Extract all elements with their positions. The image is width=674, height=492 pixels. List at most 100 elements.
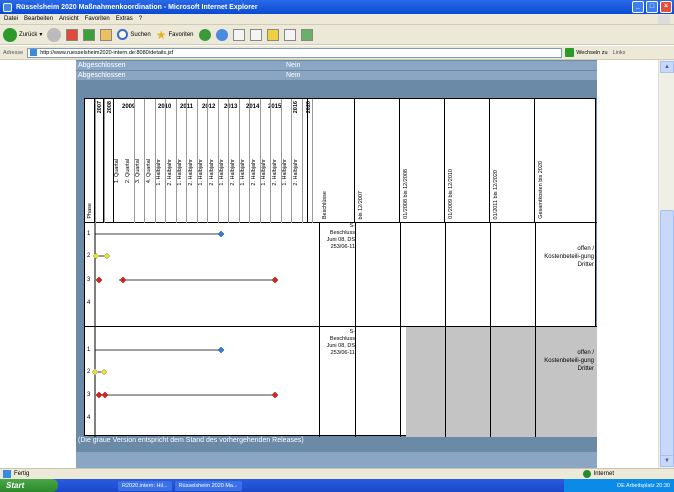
menu-help[interactable]: ? <box>139 16 142 22</box>
taskbar-app[interactable]: Rüsselsheim 2020 Ma... <box>174 480 242 491</box>
favorites-button[interactable]: ★ Favoriten <box>156 28 194 42</box>
history-icon[interactable] <box>215 28 228 41</box>
milestone-red-diamond <box>95 276 103 284</box>
period-label: 1. Halbjahr <box>261 159 267 186</box>
column-line <box>312 99 313 223</box>
edit-icon[interactable] <box>283 28 296 41</box>
back-button[interactable]: Zurück ▾ <box>3 27 42 42</box>
total-cost-header: Gesamtkosten bis 2020 <box>538 161 544 219</box>
address-bar: Adresse http://www.ruesselsheim2020-inte… <box>0 46 674 60</box>
system-tray: DE Arbeitsplatz 20:30 <box>564 479 674 492</box>
milestone-red-diamond <box>119 276 127 284</box>
address-label: Adresse <box>3 49 24 56</box>
vertical-scrollbar[interactable]: ▲ ▼ <box>658 60 674 468</box>
close-button[interactable]: × <box>660 1 672 13</box>
go-button[interactable]: Wechseln zu <box>565 48 608 57</box>
phase-label: 2 <box>87 369 91 375</box>
menu-ansicht[interactable]: Ansicht <box>59 16 79 22</box>
cost-2009-header: 01/2009 bis 12/2010 <box>445 99 490 223</box>
beschluss-cell: S- Beschluss Juni 08, DS 253/06-11 <box>326 223 355 250</box>
year-label: 2012 <box>202 104 216 110</box>
period-label: 1. Halbjahr <box>282 159 288 186</box>
go-arrow-icon <box>565 48 575 57</box>
milestone-red-diamond <box>101 391 109 399</box>
milestone-yellow-diamond <box>103 252 111 260</box>
milestone-yellow-diamond <box>91 368 99 376</box>
column-line <box>165 99 166 223</box>
search-icon <box>117 29 129 40</box>
phase-label: 4 <box>87 300 91 306</box>
footer-bar <box>76 452 597 468</box>
stop-icon[interactable] <box>66 28 79 41</box>
period-label: 2. Halbjahr <box>187 159 194 186</box>
status-row: Abgeschlossen Nein <box>76 61 597 70</box>
period-label: 1. Quartal <box>114 159 120 184</box>
column-line <box>186 99 187 223</box>
phase-label: 4 <box>87 415 91 421</box>
scroll-thumb[interactable] <box>660 210 674 460</box>
scroll-down-icon[interactable]: ▼ <box>660 455 674 467</box>
window-titlebar[interactable]: Rüsselsheim 2020 Maßnahmenkoordination -… <box>0 0 674 14</box>
period-label: 1. Halbjahr <box>240 159 246 186</box>
total-cost-cell: offen / Kostenbeteili-gung Dritter <box>544 350 594 372</box>
period-label: 2. Halbjahr <box>166 159 173 186</box>
timeline-header: Phase 2007 2008 2009 2010 2011 2012 2013… <box>85 99 597 223</box>
taskbar: Start R2020.intern: Hil... Rüsselsheim 2… <box>0 479 674 492</box>
media-icon[interactable] <box>198 28 211 41</box>
status-bar: Fertig Internet <box>0 468 674 479</box>
phase-label: 1 <box>87 231 91 237</box>
column-line <box>291 99 292 223</box>
print-icon[interactable] <box>249 28 262 41</box>
start-button[interactable]: Start <box>0 479 58 492</box>
column-line <box>95 99 96 223</box>
cost-2008-header: 01/2008 bis 12/2008 <box>400 99 445 223</box>
column-line <box>103 99 104 223</box>
timeline-plot <box>92 223 279 326</box>
menu-bar: Datei Bearbeiten Ansicht Favoriten Extra… <box>0 14 674 25</box>
messenger-icon[interactable] <box>300 28 313 41</box>
status-label: Abgeschlossen <box>78 72 126 79</box>
address-url: http://www.ruesselsheim2020-intern.de:80… <box>40 49 174 56</box>
timeline-section-current: 1 2 3 4 S- Beschluss Juni 08, DS 253/06-… <box>85 223 597 327</box>
ie-icon <box>3 2 12 12</box>
timeline-grid: Phase 2007 2008 2009 2010 2011 2012 2013… <box>84 98 597 437</box>
minimize-button[interactable]: _ <box>632 1 644 13</box>
column-line <box>217 99 219 223</box>
mail-icon[interactable] <box>232 28 245 41</box>
column-line <box>238 99 240 223</box>
taskbar-app[interactable]: R2020.intern: Hil... <box>118 480 172 491</box>
menu-bearbeiten[interactable]: Bearbeiten <box>24 16 53 22</box>
column-line <box>207 99 208 223</box>
search-button[interactable]: Suchen <box>117 29 151 40</box>
status-value: Nein <box>286 62 301 69</box>
period-label: 2. Halbjahr <box>229 159 236 186</box>
scroll-up-icon[interactable]: ▲ <box>660 61 674 73</box>
windows-logo-icon <box>658 15 670 24</box>
folder-icon[interactable] <box>266 28 279 41</box>
period-label: 2. Halbjahr <box>208 159 215 186</box>
refresh-icon[interactable] <box>83 28 96 41</box>
column-line <box>307 99 308 223</box>
period-label: 1. Halbjahr <box>198 159 204 186</box>
phase-label: 3 <box>87 392 91 398</box>
forward-button[interactable] <box>47 27 62 42</box>
period-label: 1. Halbjahr <box>219 159 225 186</box>
maximize-button[interactable]: □ <box>646 1 658 13</box>
globe-icon <box>582 470 591 478</box>
menu-extras[interactable]: Extras <box>116 16 133 22</box>
period-label: 2. Halbjahr <box>250 159 257 186</box>
menu-datei[interactable]: Datei <box>4 16 18 22</box>
status-text: Fertig <box>14 471 30 477</box>
links-button[interactable]: Links <box>613 50 626 56</box>
home-icon[interactable] <box>100 28 113 41</box>
column-line <box>113 99 114 223</box>
period-label: 4. Quartal <box>145 159 152 184</box>
milestone-yellow-diamond <box>92 252 100 260</box>
period-label: 2. Halbjahr <box>292 159 299 186</box>
menu-favoriten[interactable]: Favoriten <box>85 16 110 22</box>
page-icon <box>30 49 38 56</box>
window-title: Rüsselsheim 2020 Maßnahmenkoordination -… <box>16 3 258 11</box>
period-label: 2. Quartal <box>124 159 131 184</box>
address-input[interactable]: http://www.ruesselsheim2020-intern.de:80… <box>27 47 563 58</box>
security-zone: Internet <box>582 470 614 478</box>
